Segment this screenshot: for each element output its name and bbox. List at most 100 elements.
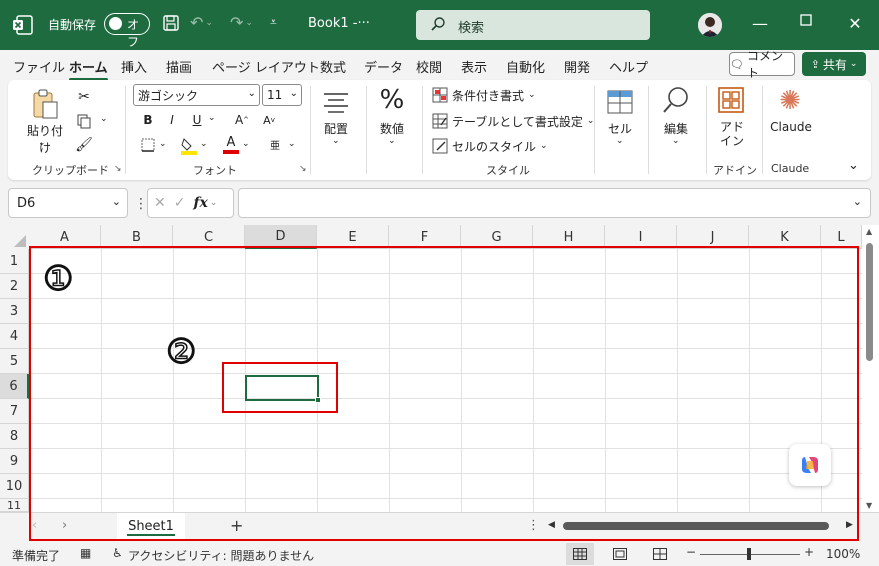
font-size-select[interactable]: 11 ⌄ [262, 84, 302, 106]
row-header-6[interactable]: 6 [0, 374, 29, 399]
chevron-down-icon[interactable]: ⌄ [242, 139, 250, 149]
cancel-icon[interactable]: ✕ [154, 195, 166, 211]
tab-home[interactable]: ホーム [69, 57, 108, 81]
undo-icon[interactable]: ↶ ⌄ [190, 13, 213, 32]
alignment-icon[interactable] [322, 88, 350, 116]
tab-draw[interactable]: 描画 [166, 57, 192, 76]
row-header-7[interactable]: 7 [0, 399, 29, 424]
scroll-up-icon[interactable]: ▲ [866, 227, 872, 236]
alignment-label[interactable]: 配置 [318, 120, 354, 137]
chevron-down-icon[interactable]: ⌄ [672, 136, 680, 146]
customize-toolbar-icon[interactable]: ⩡ [270, 15, 277, 30]
share-button[interactable]: ⇪ 共有 ⌄ [802, 52, 866, 76]
minimize-icon[interactable]: — [750, 14, 770, 33]
user-avatar[interactable] [698, 13, 722, 37]
tab-data[interactable]: データ [364, 57, 403, 76]
chevron-down-icon[interactable]: ⌄ [100, 114, 108, 124]
enter-icon[interactable]: ✓ [174, 195, 186, 211]
chevron-down-icon[interactable]: ⌄ [200, 139, 208, 149]
accessibility-status[interactable]: アクセシビリティ: 問題ありません [128, 547, 314, 564]
normal-view-icon[interactable] [566, 543, 594, 565]
chevron-down-icon[interactable]: ⌄ [616, 136, 624, 146]
row-header-2[interactable]: 2 [0, 274, 29, 299]
border-icon[interactable] [139, 136, 157, 154]
tab-insert[interactable]: 挿入 [121, 57, 147, 76]
more-options-icon[interactable]: ⋮ [134, 196, 148, 212]
close-icon[interactable]: ✕ [845, 14, 865, 33]
clipboard-dialog-launcher-icon[interactable]: ↘ [114, 164, 122, 174]
tab-automate[interactable]: 自動化 [506, 57, 545, 76]
autosave-toggle[interactable]: オフ [104, 13, 150, 49]
save-icon[interactable] [162, 14, 180, 32]
expand-formula-bar-icon[interactable]: ⌄ [853, 195, 862, 208]
font-color-button[interactable]: A [222, 134, 240, 154]
page-layout-view-icon[interactable] [613, 548, 627, 563]
vertical-scroll-thumb[interactable] [866, 243, 873, 361]
name-box[interactable]: D6 ⌄ [8, 188, 128, 218]
maximize-icon[interactable] [796, 14, 816, 26]
claude-icon[interactable]: ✺ [775, 86, 805, 116]
paste-icon[interactable] [30, 88, 60, 120]
insert-function-button[interactable]: fx [193, 195, 207, 211]
font-dialog-launcher-icon[interactable]: ↘ [299, 164, 307, 174]
tab-view[interactable]: 表示 [461, 57, 487, 76]
row-header-11[interactable]: 11 [0, 499, 29, 512]
cells-label[interactable]: セル [602, 120, 638, 137]
chevron-down-icon[interactable]: ⌄ [388, 136, 396, 146]
cut-icon[interactable]: ✂ [74, 88, 94, 106]
row-header-9[interactable]: 9 [0, 449, 29, 474]
search-icon[interactable] [660, 84, 692, 116]
cells-icon[interactable] [605, 86, 635, 116]
grow-font-button[interactable]: A ^ [233, 110, 251, 130]
macro-record-icon[interactable]: ▦ [80, 546, 91, 560]
shrink-font-button[interactable]: Av [260, 110, 278, 130]
vertical-scrollbar[interactable]: ▲ ▼ [862, 225, 879, 512]
row-header-4[interactable]: 4 [0, 324, 29, 349]
zoom-slider-thumb[interactable] [747, 548, 751, 560]
comment-button[interactable]: 🗨 コメント [729, 49, 795, 80]
chevron-down-icon[interactable]: ⌄ [208, 113, 216, 123]
zoom-in-button[interactable]: + [804, 545, 814, 559]
scroll-down-icon[interactable]: ▼ [866, 501, 872, 510]
addins-label[interactable]: アド イン [714, 120, 750, 148]
editing-label[interactable]: 編集 [658, 120, 694, 137]
cell-styles-button[interactable]: セルのスタイル ⌄ [432, 137, 548, 155]
copy-icon[interactable] [74, 112, 94, 130]
page-break-view-icon[interactable] [653, 548, 667, 563]
zoom-level[interactable]: 100% [826, 547, 860, 561]
select-all-corner[interactable] [0, 225, 29, 249]
chevron-down-icon[interactable]: ⌄ [288, 139, 296, 149]
zoom-out-button[interactable]: − [686, 545, 696, 559]
claude-label[interactable]: Claude [766, 120, 816, 134]
collapse-ribbon-icon[interactable]: ⌄ [848, 158, 859, 173]
font-name-select[interactable]: 游ゴシック ⌄ [133, 84, 260, 106]
conditional-format-button[interactable]: 条件付き書式 ⌄ [432, 86, 536, 104]
accessibility-icon[interactable]: ♿ [112, 546, 123, 560]
tab-review[interactable]: 校閲 [416, 57, 442, 76]
number-format-icon[interactable]: % [376, 84, 408, 116]
tab-help[interactable]: ヘルプ [609, 57, 648, 76]
tab-developer[interactable]: 開発 [564, 57, 590, 76]
fill-color-icon[interactable] [180, 135, 198, 155]
format-painter-icon[interactable]: 🖌 [74, 136, 94, 154]
redo-icon[interactable]: ↷ ⌄ [230, 13, 253, 32]
phonetic-guide-icon[interactable]: 亜 [266, 134, 284, 154]
search-box[interactable]: 検索 [416, 10, 650, 40]
row-header-10[interactable]: 10 [0, 474, 29, 499]
underline-button[interactable]: U [188, 110, 206, 130]
row-header-8[interactable]: 8 [0, 424, 29, 449]
chevron-down-icon[interactable]: ⌄ [159, 139, 167, 149]
row-header-3[interactable]: 3 [0, 299, 29, 324]
chevron-down-icon[interactable]: ⌄ [332, 136, 340, 146]
row-header-5[interactable]: 5 [0, 349, 29, 374]
chevron-down-icon[interactable]: ⌄ [38, 138, 46, 148]
format-as-table-button[interactable]: テーブルとして書式設定 ⌄ [432, 112, 594, 130]
tab-page-layout[interactable]: ページ レイアウト [212, 57, 320, 76]
bold-button[interactable]: B [139, 110, 157, 130]
number-label[interactable]: 数値 [374, 120, 410, 137]
formula-input[interactable]: ⌄ [238, 188, 871, 218]
italic-button[interactable]: I [163, 110, 181, 130]
row-header-1[interactable]: 1 [0, 249, 29, 274]
tab-formulas[interactable]: 数式 [320, 57, 346, 76]
addins-icon[interactable] [717, 86, 745, 114]
